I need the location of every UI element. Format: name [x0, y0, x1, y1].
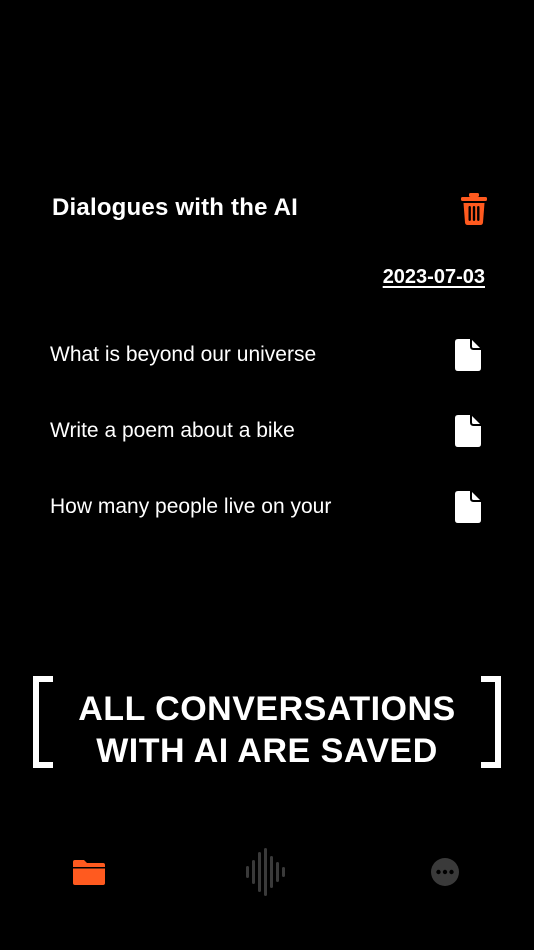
document-icon [455, 415, 481, 447]
waveform-icon [246, 848, 285, 896]
trash-icon [461, 193, 487, 225]
document-icon [455, 339, 481, 371]
promo-line-1: ALL CONVERSATIONS [78, 690, 456, 728]
more-icon [431, 858, 459, 886]
header: Dialogues with the AI [52, 190, 492, 230]
folder-icon [73, 860, 105, 885]
delete-button[interactable] [458, 190, 490, 228]
tab-voice[interactable] [235, 840, 299, 904]
date-link[interactable]: 2023-07-03 [383, 266, 485, 289]
promo-banner: ALL CONVERSATIONS WITH AI ARE SAVED [0, 676, 534, 772]
page-title: Dialogues with the AI [52, 194, 298, 221]
document-icon [455, 491, 481, 523]
promo-line-2: WITH AI ARE SAVED [96, 732, 438, 770]
conversation-title: Write a poem about a bike [50, 419, 295, 442]
conversation-title: What is beyond our universe [50, 343, 317, 366]
tab-more[interactable] [413, 840, 477, 904]
right-bracket [481, 676, 501, 768]
tab-files[interactable] [57, 840, 121, 904]
conversation-list: What is beyond our universe Write a poem… [50, 333, 484, 561]
list-item[interactable]: Write a poem about a bike [50, 409, 484, 485]
list-item[interactable]: How many people live on your [50, 485, 484, 561]
list-item[interactable]: What is beyond our universe [50, 333, 484, 409]
conversation-title: How many people live on your [50, 495, 332, 518]
tab-bar [0, 840, 534, 904]
